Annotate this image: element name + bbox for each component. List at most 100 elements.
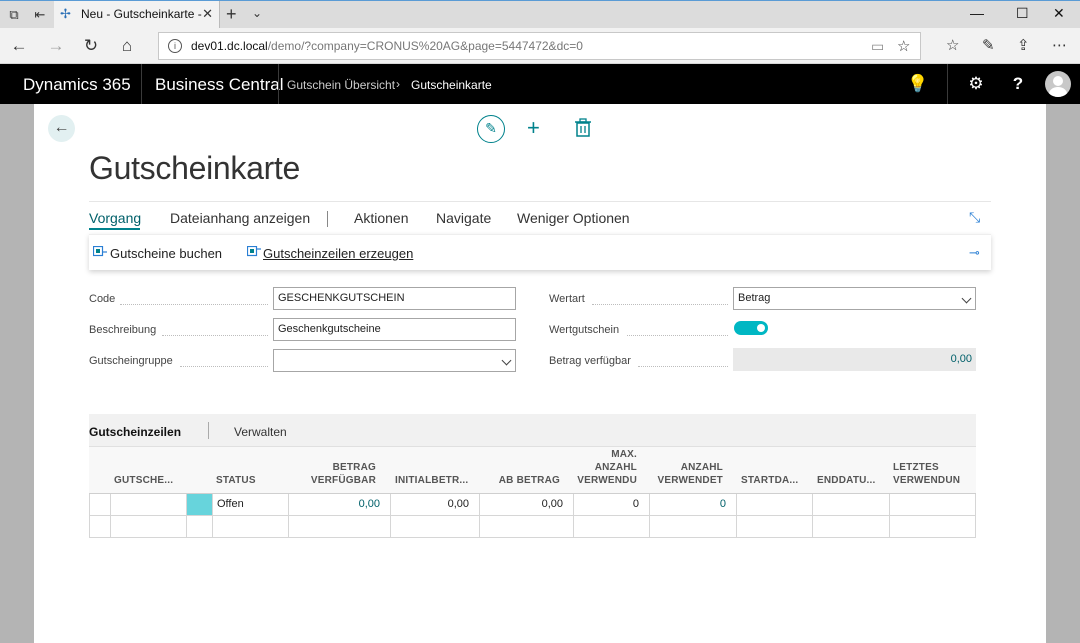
- favorite-star-icon[interactable]: ☆: [897, 37, 910, 55]
- cell-available[interactable]: 0,00: [289, 494, 391, 515]
- table-row[interactable]: Offen 0,00 0,00 0,00 0 0: [89, 494, 976, 516]
- create-lines-icon: [247, 246, 261, 257]
- cell-uses[interactable]: [650, 516, 737, 537]
- minimize-icon[interactable]: —: [970, 5, 984, 21]
- new-button[interactable]: +: [527, 115, 540, 141]
- refresh-icon[interactable]: ↻: [81, 36, 101, 56]
- description-field[interactable]: Geschenkgutscheine: [273, 318, 516, 341]
- col-code[interactable]: GUTSCHE...: [114, 474, 186, 487]
- menu-aktionen[interactable]: Aktionen: [354, 210, 408, 226]
- tab-close-icon[interactable]: ✕: [202, 6, 213, 22]
- cell-initial[interactable]: 0,00: [391, 494, 480, 515]
- menu-weniger-optionen[interactable]: Weniger Optionen: [517, 210, 630, 226]
- cell-start[interactable]: [737, 494, 813, 515]
- back-button[interactable]: ←: [48, 115, 75, 142]
- table-row[interactable]: [89, 516, 976, 538]
- col-initial[interactable]: INITIALBETR...: [395, 474, 475, 487]
- tab-manager-icon[interactable]: ⧉: [6, 7, 22, 23]
- delete-trash-icon[interactable]: [574, 118, 592, 138]
- cell-from-amount[interactable]: 0,00: [480, 494, 574, 515]
- share-icon[interactable]: ⇪: [1017, 36, 1030, 54]
- row-handle[interactable]: [90, 494, 111, 515]
- cell-code[interactable]: [111, 494, 187, 515]
- cell-available[interactable]: [289, 516, 391, 537]
- field-leader-dots: [627, 335, 728, 336]
- cell-last-use[interactable]: [890, 494, 976, 515]
- valuetype-select[interactable]: Betrag: [733, 287, 976, 310]
- app-name[interactable]: Business Central: [155, 75, 284, 95]
- col-available[interactable]: BETRAG VERFÜGBAR: [294, 461, 376, 487]
- cell-blank[interactable]: [187, 516, 213, 537]
- cell-end[interactable]: [813, 516, 890, 537]
- cell-max-uses[interactable]: 0: [574, 494, 650, 515]
- cell-uses[interactable]: 0: [650, 494, 737, 515]
- col-uses[interactable]: ANZAHL VERWENDET: [654, 461, 723, 487]
- col-start[interactable]: STARTDA...: [741, 474, 811, 487]
- breadcrumb-chevron-icon: ›: [396, 77, 400, 91]
- menu-dateianhang[interactable]: Dateianhang anzeigen: [170, 210, 310, 226]
- pin-icon[interactable]: ⊸: [969, 245, 980, 261]
- site-info-icon[interactable]: i: [168, 39, 182, 53]
- app-top-bar: Dynamics 365 Business Central Gutschein …: [0, 64, 1080, 104]
- collapse-icon[interactable]: ⤡: [969, 209, 980, 226]
- lightbulb-icon[interactable]: 💡: [907, 74, 929, 94]
- breadcrumb-parent[interactable]: Gutschein Übersicht: [287, 78, 395, 92]
- col-end[interactable]: ENDDATU...: [817, 474, 889, 487]
- topbar-divider: [947, 64, 948, 104]
- code-field[interactable]: GESCHENKGUTSCHEIN: [273, 287, 516, 310]
- create-lines-action[interactable]: Gutscheinzeilen erzeugen: [263, 246, 413, 261]
- cell-selected[interactable]: [187, 494, 213, 515]
- favorites-hub-icon[interactable]: ☆: [946, 36, 959, 54]
- col-max-uses[interactable]: MAX. ANZAHL VERWENDU: [575, 448, 637, 487]
- tab-title: Neu - Gutscheinkarte -: [81, 7, 202, 21]
- home-icon[interactable]: ⌂: [117, 36, 137, 56]
- col-last-use[interactable]: LETZTES VERWENDUN: [893, 461, 973, 487]
- web-note-pen-icon[interactable]: ✎: [982, 36, 995, 54]
- tab-list-chevron-icon[interactable]: ⌄: [252, 6, 262, 20]
- cell-end[interactable]: [813, 494, 890, 515]
- new-tab-icon[interactable]: +: [226, 4, 237, 25]
- product-name[interactable]: Dynamics 365: [23, 75, 131, 95]
- menu-vorgang[interactable]: Vorgang: [89, 210, 141, 226]
- page-backdrop-right: [1046, 104, 1080, 643]
- available-amount-field[interactable]: 0,00: [733, 348, 976, 371]
- manage-menu[interactable]: Verwalten: [234, 425, 287, 439]
- chevron-down-icon: [961, 293, 972, 304]
- url-text: dev01.dc.local/demo/?company=CRONUS%20AG…: [191, 39, 583, 53]
- edit-button[interactable]: ✎: [477, 115, 505, 143]
- more-dots-icon[interactable]: ⋯: [1052, 36, 1067, 54]
- group-select[interactable]: [273, 349, 516, 372]
- window-close-icon[interactable]: ✕: [1053, 5, 1065, 22]
- maximize-icon[interactable]: ☐: [1016, 5, 1029, 22]
- forward-arrow-icon[interactable]: →: [46, 36, 66, 56]
- back-arrow-icon[interactable]: ←: [9, 36, 29, 56]
- browser-tab[interactable]: ✢ Neu - Gutscheinkarte - ✕: [54, 1, 220, 29]
- cell-status[interactable]: Offen: [213, 494, 289, 515]
- col-from-amount[interactable]: AB BETRAG: [479, 474, 560, 487]
- settings-gear-icon[interactable]: ⚙: [965, 74, 987, 94]
- cell-last-use[interactable]: [890, 516, 976, 537]
- reading-view-icon[interactable]: ▭: [871, 38, 884, 55]
- valuetype-label: Wertart: [549, 293, 585, 305]
- cell-code[interactable]: [111, 516, 187, 537]
- cell-from-amount[interactable]: [480, 516, 574, 537]
- user-avatar[interactable]: [1045, 71, 1071, 97]
- url-field[interactable]: i dev01.dc.local/demo/?company=CRONUS%20…: [158, 32, 921, 60]
- lines-title[interactable]: Gutscheinzeilen: [89, 425, 181, 439]
- set-aside-tabs-icon[interactable]: ⇤: [32, 7, 48, 23]
- valuevoucher-toggle[interactable]: [734, 321, 768, 335]
- cell-start[interactable]: [737, 516, 813, 537]
- post-vouchers-action[interactable]: Gutscheine buchen: [110, 246, 222, 261]
- cell-status[interactable]: [213, 516, 289, 537]
- cell-max-uses[interactable]: [574, 516, 650, 537]
- help-icon[interactable]: ?: [1007, 74, 1029, 94]
- field-leader-dots: [120, 304, 268, 305]
- row-handle[interactable]: [90, 516, 111, 537]
- col-status[interactable]: STATUS: [216, 474, 288, 487]
- cell-initial[interactable]: [391, 516, 480, 537]
- field-leader-dots: [162, 335, 268, 336]
- menu-navigate[interactable]: Navigate: [436, 210, 491, 226]
- page-title: Gutscheinkarte: [89, 150, 301, 186]
- field-leader-dots: [592, 304, 728, 305]
- valuetype-value: Betrag: [738, 292, 771, 304]
